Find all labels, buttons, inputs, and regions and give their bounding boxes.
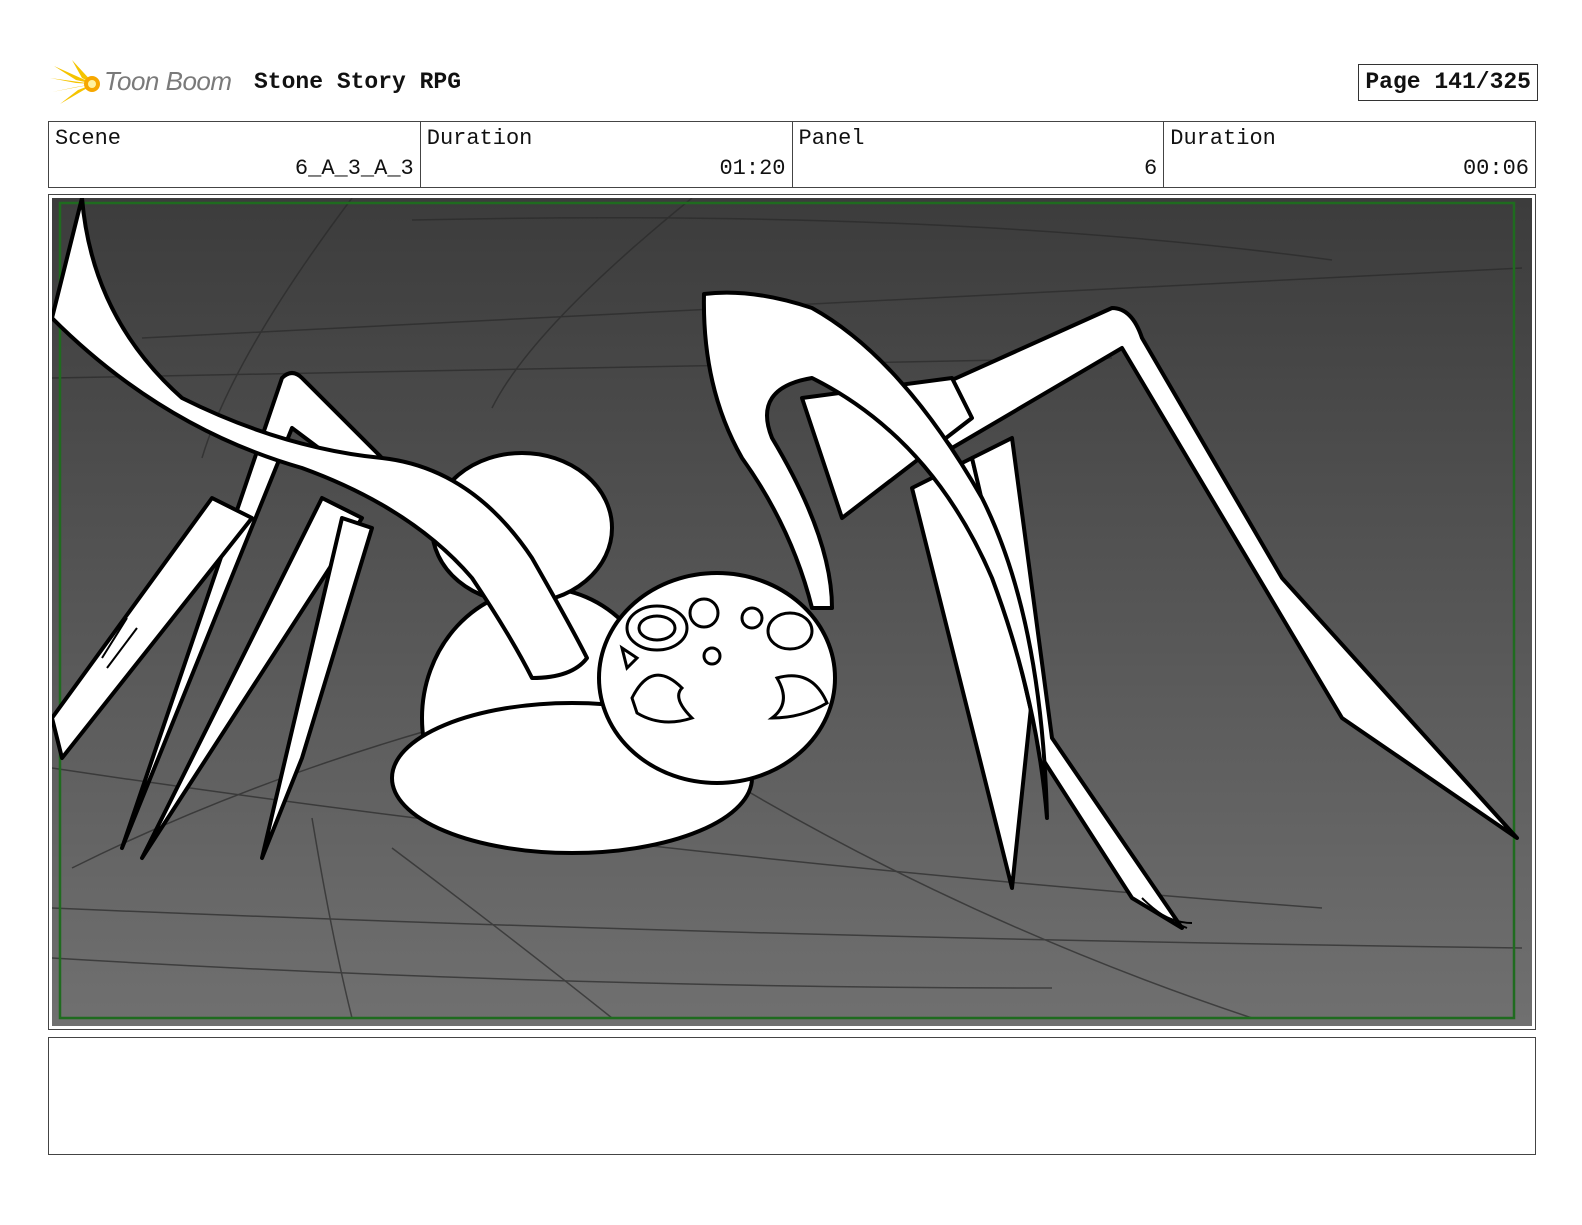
panel-duration-cell: Duration 00:06: [1164, 122, 1535, 187]
logo-text: Toon Boom: [104, 66, 232, 96]
spider-sketch-icon: [52, 198, 1532, 1026]
scene-label: Scene: [55, 126, 122, 151]
panel-notes: [48, 1037, 1536, 1155]
project-title: Stone Story RPG: [254, 69, 462, 95]
page-indicator: Page 141/325: [1358, 64, 1538, 101]
panel-value: 6: [1144, 156, 1158, 181]
panel-label: Panel: [798, 126, 865, 151]
scene-duration-label: Duration: [426, 126, 533, 151]
panel-frame: [48, 194, 1536, 1030]
panel-duration-value: 00:06: [1462, 156, 1529, 181]
panel-cell: Panel 6: [793, 122, 1165, 187]
scene-value: 6_A_3_A_3: [294, 156, 414, 181]
scene-duration-value: 01:20: [719, 156, 786, 181]
toon-boom-logo: Toon Boom: [50, 56, 250, 112]
scene-cell: Scene 6_A_3_A_3: [49, 122, 421, 187]
panel-duration-label: Duration: [1170, 126, 1276, 151]
storyboard-header: Toon Boom Stone Story RPG Page 141/325: [50, 56, 1538, 112]
scene-duration-cell: Duration 01:20: [421, 122, 793, 187]
scene-info-table: Scene 6_A_3_A_3 Duration 01:20 Panel 6 D…: [48, 121, 1536, 188]
panel-image: [52, 198, 1532, 1026]
starburst-icon: [50, 60, 100, 104]
